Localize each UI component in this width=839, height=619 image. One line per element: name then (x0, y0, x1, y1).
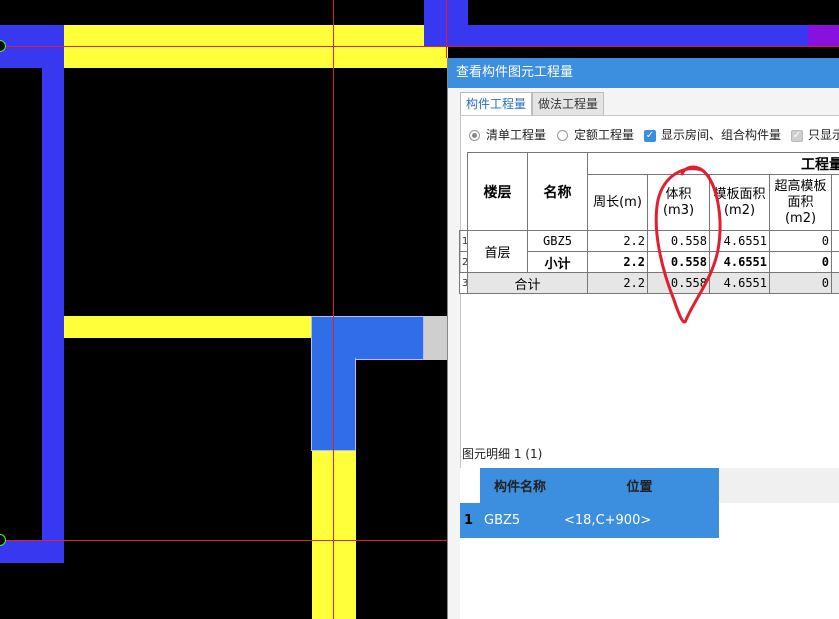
cell-perimeter[interactable]: 2.2 (587, 230, 648, 252)
detail-header-position[interactable]: 位置 (560, 468, 719, 503)
cell-name[interactable]: 合计 (467, 272, 588, 294)
cell-perimeter[interactable]: 2.2 (587, 272, 648, 294)
axis-line-vertical-right (446, 0, 447, 58)
header-perimeter[interactable]: 周长(m) (587, 174, 648, 231)
detail-section-label: 图元明细 1 (1) (462, 447, 543, 461)
row-number: 1 (460, 503, 480, 538)
header-floor[interactable]: 楼层 (467, 152, 528, 231)
checkbox-disabled-icon: ✓ (791, 129, 803, 142)
cell-name[interactable]: 小计 (527, 251, 588, 273)
wall-left-vertical[interactable] (42, 68, 64, 563)
wall-bottom-left[interactable] (0, 540, 64, 563)
wall-purple-segment[interactable] (808, 25, 839, 46)
row-number: 1 (459, 230, 468, 252)
cell-super-high[interactable]: 0 (769, 272, 832, 294)
cell-super-high[interactable]: 0 (769, 230, 832, 252)
detail-row[interactable]: 1 GBZ5 <18,C+900> (460, 503, 839, 538)
tab-component-quantity[interactable]: 构件工程量 (460, 92, 533, 116)
cell-perimeter[interactable]: 2.2 (587, 251, 648, 273)
beam-middle[interactable] (64, 316, 312, 338)
detail-header-name[interactable]: 构件名称 (480, 468, 560, 503)
quantity-dialog: 查看构件图元工程量 构件工程量 做法工程量 清单工程量 定额工程量 ✓ 显示房间、… (447, 58, 839, 619)
checkbox-show-only[interactable]: ✓ 只显示 (791, 126, 839, 143)
detail-panel: 构件名称 位置 1 GBZ5 <18,C+900> (460, 468, 839, 619)
row-number: 3 (459, 272, 468, 294)
column-gbz5-horizontal[interactable] (311, 316, 424, 360)
detail-table: 构件名称 位置 1 GBZ5 <18,C+900> (460, 468, 839, 538)
cell-position[interactable]: <18,C+900> (560, 503, 719, 538)
annotation-circle-icon (654, 165, 722, 324)
cell-floor[interactable]: 首层 (467, 230, 528, 273)
radio-indicator[interactable] (469, 130, 480, 141)
tab-method-quantity[interactable]: 做法工程量 (532, 92, 605, 116)
axis-line-horizontal-top (0, 46, 839, 47)
checkbox-show-rooms[interactable]: ✓ 显示房间、组合构件量 (644, 126, 781, 143)
wall-gray-segment[interactable] (424, 316, 448, 360)
cell-name[interactable]: GBZ5 (527, 230, 588, 252)
radio-quota-quantity[interactable]: 定额工程量 (557, 126, 634, 143)
radio-list-quantity[interactable]: 清单工程量 (469, 126, 546, 143)
header-name[interactable]: 名称 (527, 152, 588, 231)
axis-line-vertical-middle (333, 0, 334, 619)
cell-super-high[interactable]: 0 (769, 251, 832, 273)
dialog-titlebar[interactable]: 查看构件图元工程量 (448, 58, 839, 88)
beam-lower-vertical[interactable] (312, 451, 356, 619)
wall-top-right[interactable] (468, 25, 808, 46)
cell-component-name[interactable]: GBZ5 (480, 503, 560, 538)
checkbox-checked-icon[interactable]: ✓ (644, 129, 656, 142)
axis-line-horizontal-bottom (0, 540, 448, 541)
header-super-high-formwork[interactable]: 超高模板面积(m2) (769, 174, 832, 231)
row-number: 2 (459, 251, 468, 273)
dialog-title: 查看构件图元工程量 (456, 65, 574, 80)
radio-indicator[interactable] (557, 130, 568, 141)
